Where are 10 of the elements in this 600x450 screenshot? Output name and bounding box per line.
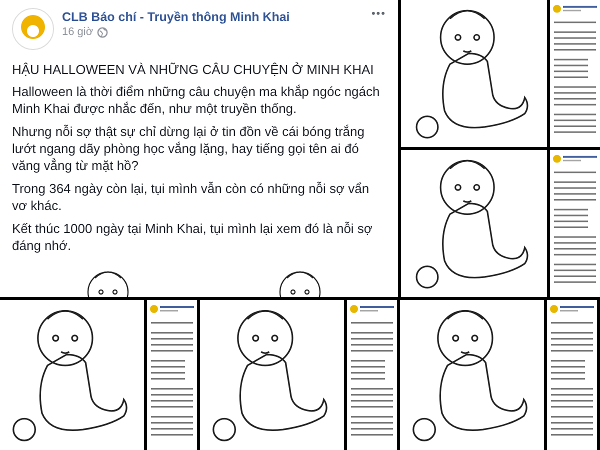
more-options-button[interactable]: ••• (371, 8, 386, 20)
post-time[interactable]: 16 giờ (62, 26, 94, 38)
globe-icon (97, 26, 108, 38)
post-title: HẬU HALLOWEEN VÀ NHỮNG CÂU CHUYỆN Ở MINH KHAI (12, 62, 375, 77)
post-paragraph: Kết thúc 1000 ngày tại Minh Khai, tụi mình lại xem đó là nỗi sợ đáng nhớ. (12, 220, 374, 254)
post-paragraph: Nhưng nỗi sợ thật sự chỉ dừng lại ở tin đồn về cái bóng trắng lướt ngang dãy phòng học vắng lặng, hay tiếng gọi tên ai đó văng vẳng từ mặt hồ? (12, 123, 366, 174)
post-paragraph: Halloween là thời điểm những câu chuyện ma khắp ngóc ngách Minh Khai được nhắc đến, như một truyền thống. (12, 83, 381, 117)
page-name[interactable]: CLB Báo chí - Truyền thông Minh Khai (62, 8, 364, 24)
page-avatar[interactable] (12, 8, 54, 50)
post-paragraph: Trong 364 ngày còn lại, tụi mình vẫn còn có những nỗi sợ vẩn vơ khác. (12, 180, 370, 214)
